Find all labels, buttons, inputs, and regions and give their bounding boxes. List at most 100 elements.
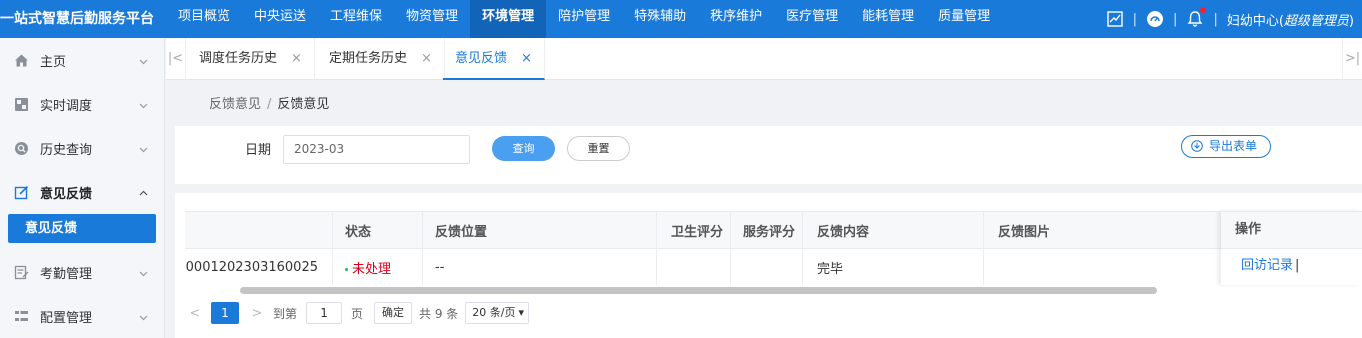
tab-label: 定期任务历史	[329, 51, 408, 66]
download-icon	[1191, 138, 1203, 152]
column-header-service-score: 服务评分	[731, 212, 803, 248]
horizontal-scrollbar[interactable]	[240, 287, 1157, 294]
close-icon[interactable]: ×	[421, 51, 432, 66]
page-size-value: 20 条/页	[472, 306, 516, 319]
user-suffix: )	[1348, 13, 1354, 29]
prev-page-button[interactable]: <	[185, 306, 205, 321]
history-icon	[14, 141, 29, 156]
filter-panel: 日期 2023-03 查询 重置 导出表单	[175, 126, 1362, 184]
column-header-image: 反馈图片	[984, 212, 1231, 248]
header-actions: | | | 妇幼中心(超级管理员)	[1106, 0, 1362, 38]
page-size-select[interactable]: 20 条/页 ▾	[465, 302, 530, 324]
query-button[interactable]: 查询	[492, 136, 555, 161]
attendance-icon	[14, 265, 29, 280]
row-status: 未处理	[333, 249, 423, 285]
header-separator: |	[1173, 11, 1178, 27]
sidebar-item-feedback[interactable]: 意见反馈	[0, 170, 164, 214]
edit-icon	[14, 185, 29, 200]
chevron-down-icon: ▾	[518, 306, 525, 319]
tab-label: 意见反馈	[455, 51, 508, 66]
chevron-down-icon	[139, 267, 148, 277]
column-header-content: 反馈内容	[803, 212, 984, 248]
sidebar-subitem-feedback[interactable]: 意见反馈	[8, 214, 156, 243]
chevron-up-icon	[139, 187, 148, 196]
status-badge: 未处理	[345, 258, 391, 277]
sidebar-item-attendance[interactable]: 考勤管理	[0, 250, 164, 294]
user-role: 超级管理员	[1283, 13, 1349, 29]
chevron-down-icon	[139, 99, 148, 109]
user-menu[interactable]: 妇幼中心(超级管理员)	[1227, 10, 1354, 29]
chart-icon[interactable]	[1106, 10, 1124, 28]
topnav-item-central-transport[interactable]: 中央运送	[242, 0, 318, 38]
table-row[interactable]: 0003000120230316002​5 未处理 -- 完毕	[185, 249, 1362, 285]
topnav-item-special-assist[interactable]: 特殊辅助	[622, 0, 698, 38]
sidebar-item-home[interactable]: 主页	[0, 38, 164, 82]
sidebar-item-label: 历史查询	[40, 142, 93, 158]
fixed-action-column: 操作 回访记录 |	[1221, 211, 1362, 285]
topnav-item-project-overview[interactable]: 项目概览	[166, 0, 242, 38]
breadcrumb-parent[interactable]: 反馈意见	[209, 97, 261, 112]
column-header-status: 状态	[333, 212, 423, 248]
topnav-item-quality[interactable]: 质量管理	[926, 0, 1002, 38]
sidebar-item-label: 实时调度	[40, 98, 93, 114]
goto-label: 到第	[273, 306, 298, 321]
tab-dispatch-history[interactable]: 调度任务历史 ×	[187, 38, 315, 80]
breadcrumb-current: 反馈意见	[277, 97, 330, 112]
top-nav: 项目概览 中央运送 工程维保 物资管理 环境管理 陪护管理 特殊辅助 秩序维护 …	[166, 0, 1002, 38]
row-location: --	[423, 249, 657, 285]
topnav-item-environment[interactable]: 环境管理	[470, 0, 547, 38]
feedback-table: 状态 反馈位置 卫生评分 服务评分 反馈内容 反馈图片 000300012023…	[185, 211, 1362, 285]
tab-scroll-left-button[interactable]: |<	[166, 38, 186, 80]
sidebar: 主页 实时调度 历史查询 意见反馈 意见反馈 考勤管理 配置管理	[0, 38, 165, 338]
top-bar: 一站式智慧后勤服务平台 项目概览 中央运送 工程维保 物资管理 环境管理 陪护管…	[0, 0, 1362, 38]
close-icon[interactable]: ×	[291, 51, 302, 66]
app-title: 一站式智慧后勤服务平台	[0, 11, 154, 27]
breadcrumb-separator: /	[267, 97, 272, 112]
date-input[interactable]: 2023-03	[283, 135, 470, 164]
topnav-item-escort[interactable]: 陪护管理	[546, 0, 622, 38]
user-name: 妇幼中心(	[1226, 13, 1284, 29]
column-header-location: 反馈位置	[423, 212, 657, 248]
row-actions: 回访记录 |	[1221, 249, 1362, 285]
goto-page-input[interactable]: 1	[306, 302, 343, 324]
column-header-id	[185, 212, 333, 248]
action-separator: |	[1295, 258, 1300, 273]
tab-periodic-history[interactable]: 定期任务历史 ×	[317, 38, 445, 80]
export-button[interactable]: 导出表单	[1181, 135, 1271, 158]
status-dot	[345, 267, 348, 271]
page-1-button[interactable]: 1	[211, 302, 239, 324]
followup-record-link[interactable]: 回访记录	[1241, 258, 1293, 273]
bell-icon[interactable]	[1186, 7, 1207, 28]
topnav-item-medical[interactable]: 医疗管理	[774, 0, 850, 38]
sidebar-item-history-query[interactable]: 历史查询	[0, 126, 164, 170]
config-icon	[14, 309, 29, 324]
row-service-score	[731, 249, 803, 285]
export-label: 导出表单	[1209, 139, 1258, 153]
row-content: 完毕	[803, 249, 984, 285]
topnav-item-maintenance[interactable]: 工程维保	[318, 0, 394, 38]
total-count: 共 9 条	[419, 306, 459, 321]
sidebar-item-label: 考勤管理	[40, 266, 93, 282]
breadcrumb: 反馈意见 / 反馈意见	[175, 88, 1362, 126]
goto-confirm-button[interactable]: 确定	[374, 302, 413, 324]
row-image	[984, 249, 1231, 285]
topnav-item-order[interactable]: 秩序维护	[698, 0, 774, 38]
reset-button[interactable]: 重置	[567, 136, 630, 161]
sidebar-item-config[interactable]: 配置管理	[0, 294, 164, 338]
date-label: 日期	[245, 143, 272, 158]
chevron-down-icon	[139, 143, 148, 153]
header-separator: |	[1213, 11, 1218, 27]
close-icon[interactable]: ×	[521, 51, 532, 66]
tab-feedback[interactable]: 意见反馈 ×	[443, 38, 545, 80]
tab-scroll-right-button[interactable]: >|	[1342, 38, 1362, 80]
sidebar-item-label: 配置管理	[40, 310, 93, 326]
status-text: 未处理	[352, 261, 392, 277]
next-page-button[interactable]: >	[247, 306, 267, 321]
tab-label: 调度任务历史	[199, 51, 278, 66]
sidebar-item-realtime-dispatch[interactable]: 实时调度	[0, 82, 164, 126]
dashboard-gauge-icon[interactable]	[1146, 10, 1164, 28]
topnav-item-energy[interactable]: 能耗管理	[850, 0, 926, 38]
column-header-hygiene-score: 卫生评分	[657, 212, 731, 248]
topnav-item-materials[interactable]: 物资管理	[394, 0, 470, 38]
column-header-action: 操作	[1221, 212, 1362, 249]
